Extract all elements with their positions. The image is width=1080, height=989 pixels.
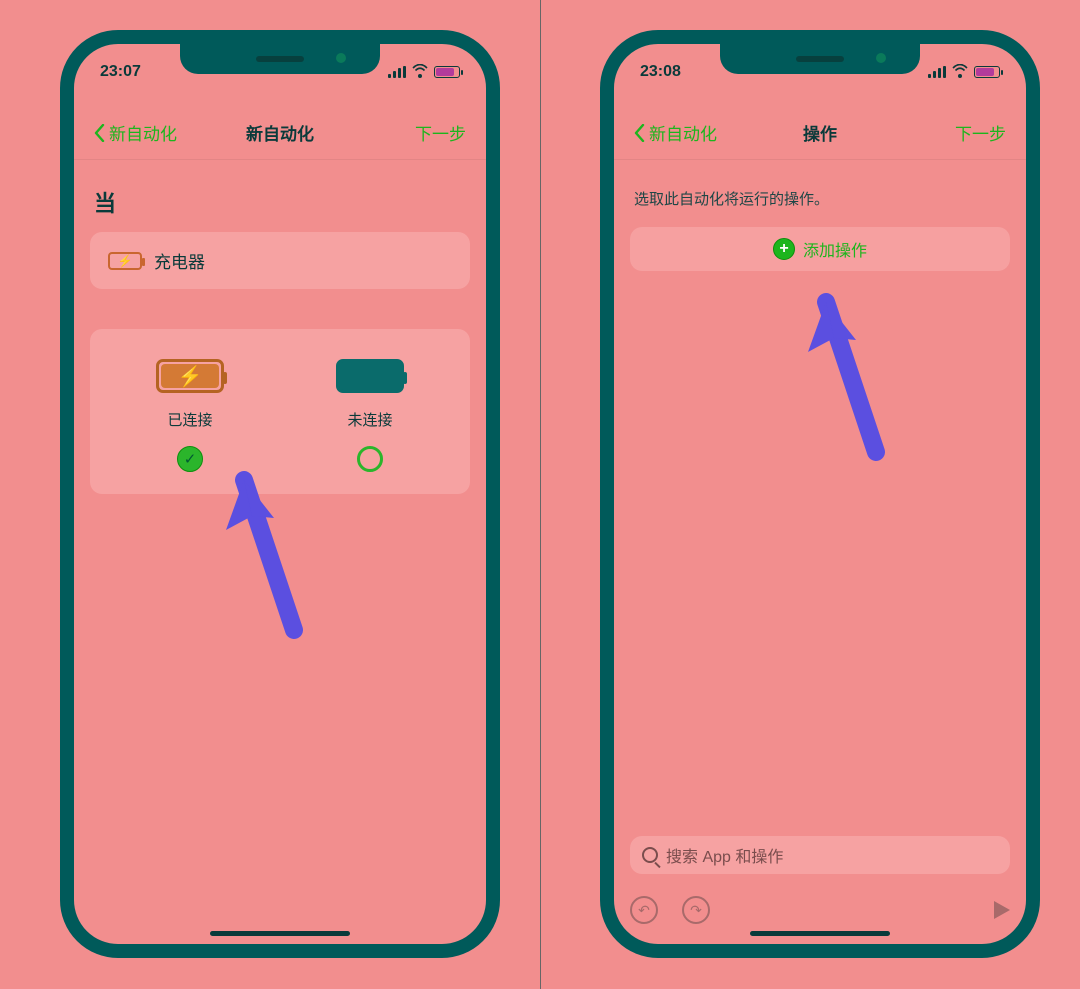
back-label: 新自动化 (649, 120, 717, 145)
back-button[interactable]: 新自动化 (94, 120, 177, 145)
actions-prompt: 选取此自动化将运行的操作。 (634, 188, 1006, 209)
status-time: 23:07 (100, 63, 141, 81)
option-disconnected[interactable]: 未连接 (295, 359, 445, 472)
back-button[interactable]: 新自动化 (634, 120, 717, 145)
next-button[interactable]: 下一步 (415, 120, 466, 145)
signal-icon (388, 66, 406, 78)
battery-icon (974, 66, 1000, 78)
device-mockup-left: 23:07 新自动化 新自动化 下一步 当 ⚡ 充电器 (60, 30, 500, 958)
wifi-icon (952, 66, 968, 78)
status-bar: 23:07 (74, 54, 486, 84)
nav-bar: 新自动化 新自动化 下一步 (74, 96, 486, 160)
plus-circle-icon: + (773, 238, 795, 260)
radio-disconnected-unchecked[interactable] (357, 446, 383, 472)
content-area: 选取此自动化将运行的操作。 + 添加操作 搜索 App 和操作 ↶ ↷ (614, 164, 1026, 944)
when-label: 当 (94, 186, 470, 218)
content-area: 当 ⚡ 充电器 ⚡ 已连接 ✓ 未连接 (74, 164, 486, 944)
battery-charging-icon: ⚡ (156, 359, 224, 393)
search-placeholder: 搜索 App 和操作 (666, 843, 783, 867)
wifi-icon (412, 66, 428, 78)
search-apps-actions[interactable]: 搜索 App 和操作 (630, 836, 1010, 874)
add-action-label: 添加操作 (803, 237, 867, 261)
home-indicator[interactable] (750, 931, 890, 936)
search-icon (642, 847, 658, 863)
option-disconnected-label: 未连接 (347, 409, 392, 430)
charger-icon: ⚡ (108, 252, 142, 270)
run-button[interactable] (994, 901, 1010, 919)
option-connected[interactable]: ⚡ 已连接 ✓ (115, 359, 265, 472)
charger-options-card: ⚡ 已连接 ✓ 未连接 (90, 329, 470, 494)
trigger-label: 充电器 (154, 248, 205, 273)
chevron-left-icon (94, 124, 105, 142)
add-action-button[interactable]: + 添加操作 (630, 227, 1010, 271)
nav-bar: 新自动化 操作 下一步 (614, 96, 1026, 160)
next-button[interactable]: 下一步 (955, 120, 1006, 145)
status-time: 23:08 (640, 63, 681, 81)
back-label: 新自动化 (109, 120, 177, 145)
battery-full-icon (336, 359, 404, 393)
undo-button[interactable]: ↶ (630, 896, 658, 924)
radio-connected-checked[interactable]: ✓ (177, 446, 203, 472)
signal-icon (928, 66, 946, 78)
home-indicator[interactable] (210, 931, 350, 936)
battery-icon (434, 66, 460, 78)
editor-toolbar: ↶ ↷ (630, 896, 1010, 924)
chevron-left-icon (634, 124, 645, 142)
redo-button[interactable]: ↷ (682, 896, 710, 924)
trigger-summary-card[interactable]: ⚡ 充电器 (90, 232, 470, 289)
option-connected-label: 已连接 (167, 409, 212, 430)
device-mockup-right: 23:08 新自动化 操作 下一步 选取此自动化将运行的操作。 + 添加操作 搜… (600, 30, 1040, 958)
status-bar: 23:08 (614, 54, 1026, 84)
page-divider (540, 0, 541, 989)
